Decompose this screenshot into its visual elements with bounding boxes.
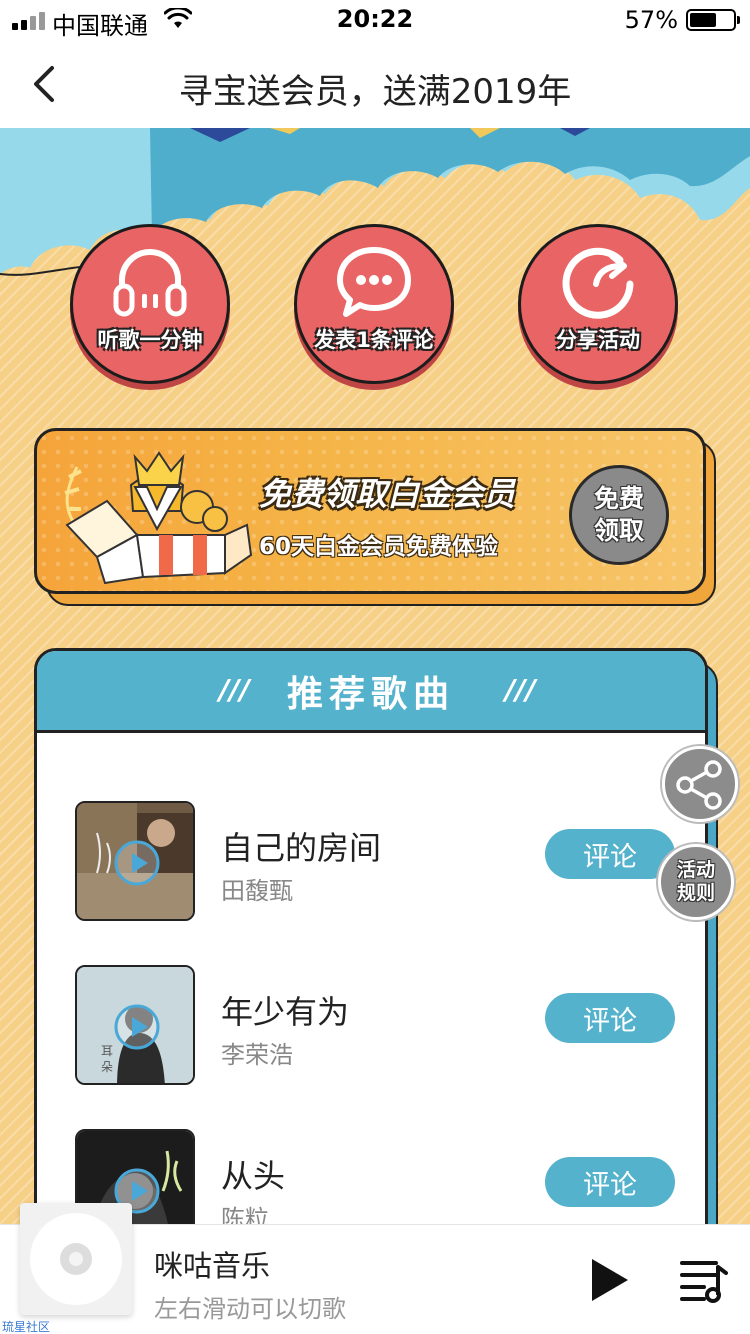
- claim-button-label: 免费领取: [593, 484, 644, 545]
- song-title: 年少有为: [221, 993, 350, 1031]
- playlist-icon[interactable]: [680, 1257, 730, 1305]
- disc-icon: [20, 1203, 132, 1315]
- album-cover[interactable]: 耳 朵: [75, 965, 195, 1085]
- card-title: 推荐歌曲: [286, 673, 455, 715]
- claim-membership-button[interactable]: 免费领取: [569, 465, 669, 565]
- song-title: 自己的房间: [221, 829, 382, 867]
- play-icon[interactable]: [113, 839, 161, 887]
- activity-content[interactable]: 听歌一分钟 发表1条评论 分享活动 免费领取白金会员 60天白金会员免费体验 免…: [0, 128, 750, 1224]
- task-listen-one-minute[interactable]: 听歌一分钟: [70, 224, 234, 388]
- song-artist: 陈粒: [221, 1205, 269, 1224]
- promo-banner[interactable]: 免费领取白金会员 60天白金会员免费体验 免费领取: [34, 428, 706, 594]
- album-cover[interactable]: [75, 801, 195, 921]
- floating-share-button[interactable]: [662, 746, 738, 822]
- watermark: 琉星社区: [2, 1320, 51, 1334]
- recommended-songs-card: /// 推荐歌曲 /// 自己的房间 田馥甄 评论 耳 朵 年少有为 李荣浩 评…: [34, 648, 708, 1224]
- task-label: 分享活动: [556, 328, 640, 352]
- task-label: 发表1条评论: [314, 328, 434, 352]
- activity-rules-button[interactable]: 活动规则: [658, 844, 734, 920]
- rules-label: 活动规则: [676, 859, 715, 904]
- song-title: 从头: [221, 1157, 286, 1195]
- song-item: 耳 朵 年少有为 李荣浩 评论: [75, 965, 675, 1085]
- comment-bubble-icon: [337, 247, 411, 317]
- share-arrow-icon: [562, 247, 634, 319]
- song-artist: 李荣浩: [221, 1041, 293, 1069]
- promo-title: 免费领取白金会员: [259, 475, 516, 513]
- nav-bar: 寻宝送会员，送满2019年: [0, 40, 750, 128]
- comment-button[interactable]: 评论: [545, 829, 675, 879]
- song-artist: 田馥甄: [221, 877, 293, 905]
- comment-button[interactable]: 评论: [545, 993, 675, 1043]
- play-icon[interactable]: [113, 1003, 161, 1051]
- player-title: 咪咕音乐: [154, 1249, 271, 1283]
- headphones-icon: [113, 249, 187, 317]
- play-icon[interactable]: [588, 1255, 632, 1305]
- card-header: /// 推荐歌曲 ///: [37, 651, 705, 733]
- svg-text:耳: 耳: [101, 1044, 113, 1058]
- battery-icon: [686, 9, 740, 31]
- gift-box-crown-icon: [64, 451, 253, 585]
- task-post-comment[interactable]: 发表1条评论: [294, 224, 458, 388]
- battery-percent: 57%: [624, 6, 678, 34]
- song-item: 自己的房间 田馥甄 评论: [75, 801, 675, 921]
- task-label: 听歌一分钟: [97, 328, 203, 352]
- comment-button[interactable]: 评论: [545, 1157, 675, 1207]
- status-bar: 中国联通 20:22 57%: [0, 0, 750, 40]
- song-item: 从头 陈粒 评论: [75, 1129, 675, 1224]
- svg-text:朵: 朵: [101, 1060, 113, 1074]
- share-nodes-icon: [676, 760, 722, 810]
- promo-subtitle: 60天白金会员免费体验: [259, 534, 499, 560]
- task-share-activity[interactable]: 分享活动: [518, 224, 682, 388]
- player-subtitle: 左右滑动可以切歌: [154, 1295, 346, 1323]
- mini-player[interactable]: 咪咕音乐 左右滑动可以切歌: [0, 1203, 750, 1334]
- page-title: 寻宝送会员，送满2019年: [178, 72, 572, 112]
